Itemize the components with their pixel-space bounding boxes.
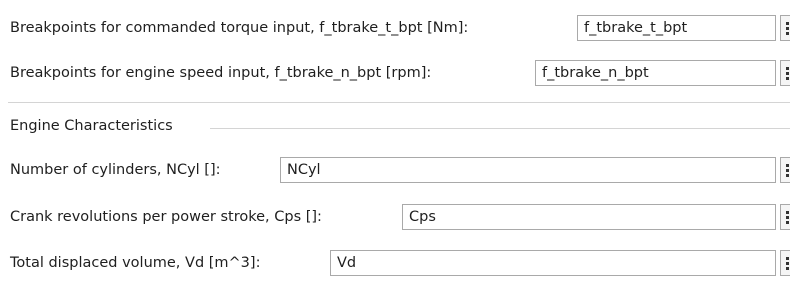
num-cylinders-input[interactable]: NCyl (280, 157, 776, 183)
param-label: Breakpoints for commanded torque input, … (10, 20, 469, 36)
torque-breakpoints-input[interactable]: f_tbrake_t_bpt (577, 15, 776, 41)
displaced-volume-input[interactable]: Vd (330, 250, 776, 276)
section-divider (8, 102, 790, 103)
block-parameters-panel: Breakpoints for commanded torque input, … (0, 0, 790, 282)
param-label: Crank revolutions per power stroke, Cps … (10, 209, 322, 225)
param-row-torque-breakpoints: Breakpoints for commanded torque input, … (0, 10, 790, 46)
more-options-icon[interactable] (780, 204, 790, 230)
param-label: Total displaced volume, Vd [m^3]: (10, 255, 261, 271)
param-label: Number of cylinders, NCyl []: (10, 162, 221, 178)
param-label: Breakpoints for engine speed input, f_tb… (10, 65, 432, 81)
param-row-displaced-volume: Total displaced volume, Vd [m^3]: Vd (0, 245, 790, 281)
group-border-line (210, 128, 790, 129)
group-title-engine-characteristics: Engine Characteristics (10, 118, 177, 134)
more-options-icon[interactable] (780, 15, 790, 41)
param-row-crank-revolutions: Crank revolutions per power stroke, Cps … (0, 199, 790, 235)
param-row-num-cylinders: Number of cylinders, NCyl []: NCyl (0, 152, 790, 188)
more-options-icon[interactable] (780, 60, 790, 86)
crank-revolutions-input[interactable]: Cps (402, 204, 776, 230)
more-options-icon[interactable] (780, 250, 790, 276)
param-row-speed-breakpoints: Breakpoints for engine speed input, f_tb… (0, 55, 790, 91)
more-options-icon[interactable] (780, 157, 790, 183)
speed-breakpoints-input[interactable]: f_tbrake_n_bpt (535, 60, 776, 86)
